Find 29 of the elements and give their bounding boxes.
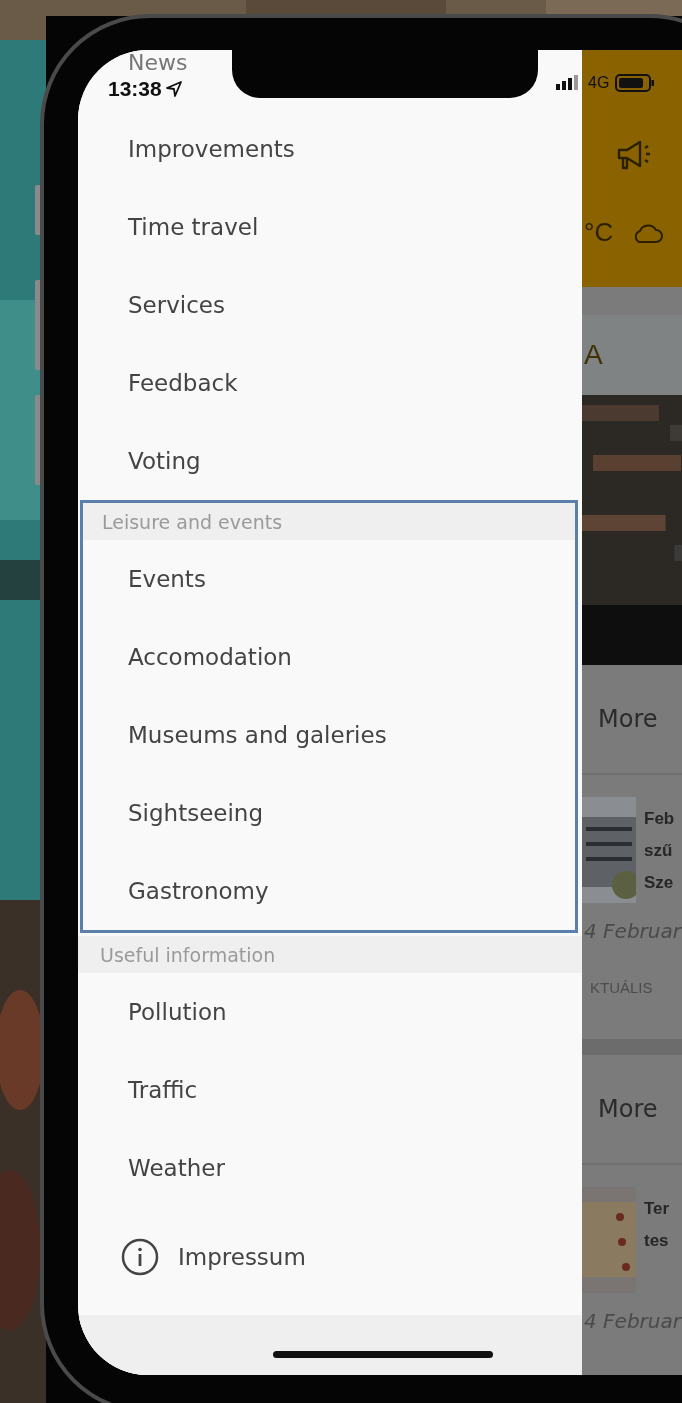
menu-item[interactable]: Weather [78, 1129, 225, 1207]
menu-item[interactable]: Feedback [78, 344, 238, 422]
menu-item[interactable]: Voting [78, 422, 201, 500]
battery-icon [615, 74, 656, 92]
menu-item[interactable]: News [78, 50, 188, 76]
menu-item[interactable]: Impressum [78, 1207, 306, 1307]
menu-item[interactable]: Traffic [78, 1051, 198, 1129]
menu-item[interactable]: Gastronomy [83, 852, 269, 930]
menu-item[interactable]: Time travel [78, 188, 259, 266]
menu-item[interactable]: Pollution [78, 973, 227, 1051]
section-header: Useful information [100, 943, 276, 966]
menu-item[interactable]: Services [78, 266, 225, 344]
menu-item[interactable]: Events [83, 540, 206, 618]
menu-item[interactable]: Sightseeing [83, 774, 264, 852]
status-time: 13:38 [108, 77, 162, 101]
network-label: 4G [588, 74, 610, 92]
menu-item[interactable]: Improvements [78, 110, 295, 188]
info-icon [120, 1237, 160, 1277]
menu-item[interactable]: Museums and galeries [83, 696, 387, 774]
article-title[interactable]: Sze [644, 867, 675, 899]
article-title[interactable]: Feb [644, 803, 675, 835]
section-header: Leisure and events [102, 510, 283, 533]
location-arrow-icon [165, 81, 182, 97]
card-title: A [584, 339, 603, 371]
article-title[interactable]: tes [644, 1225, 670, 1257]
article-title[interactable]: Ter [644, 1193, 670, 1225]
menu-item[interactable]: Accomodation [83, 618, 292, 696]
article-title[interactable]: szű [644, 835, 675, 867]
temperature-unit: °C [584, 217, 614, 248]
